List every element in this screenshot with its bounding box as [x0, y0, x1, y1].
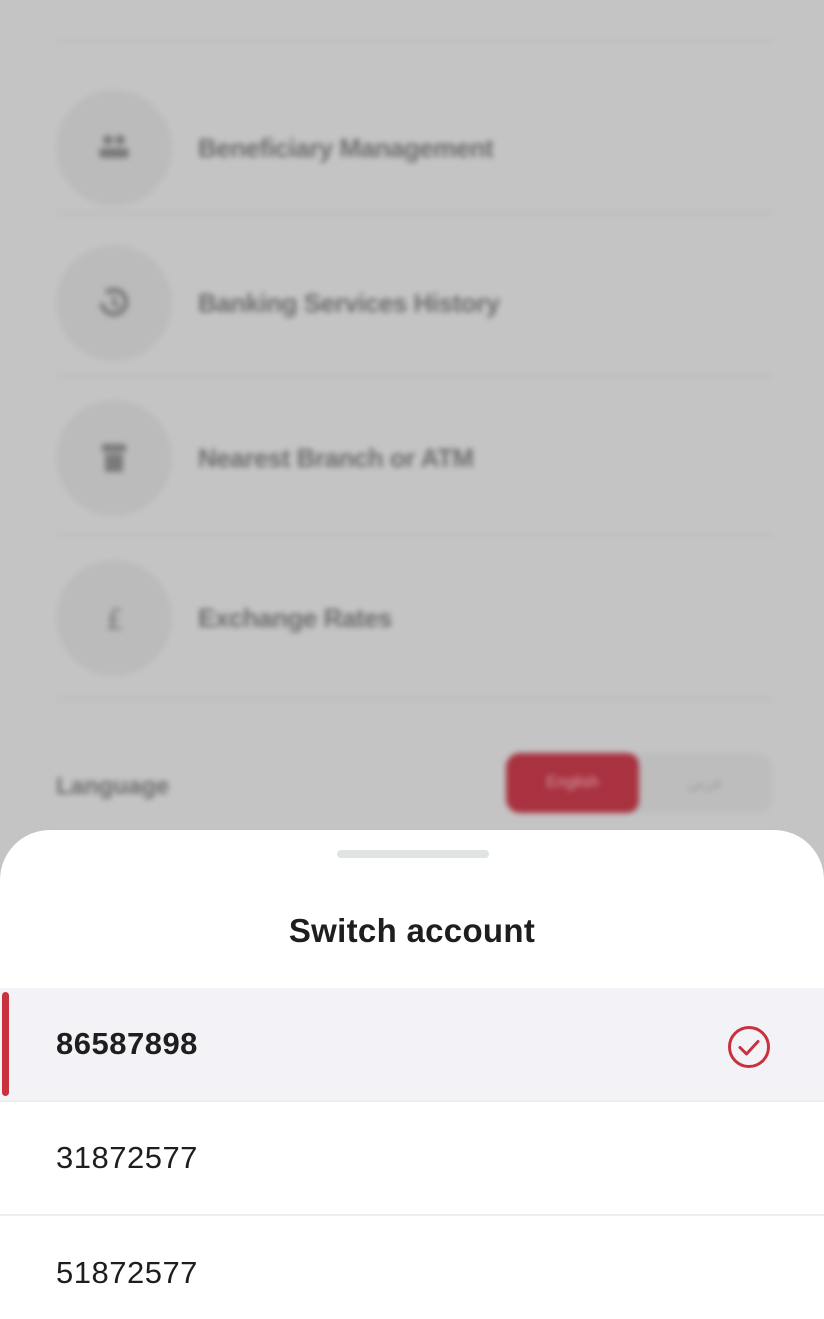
- divider: [56, 698, 772, 700]
- divider: [56, 40, 772, 42]
- divider: [56, 375, 772, 377]
- account-number: 86587898: [56, 1026, 198, 1061]
- account-number: 51872577: [56, 1255, 198, 1290]
- currency-icon: £: [56, 560, 172, 676]
- language-option-english[interactable]: English: [506, 753, 639, 813]
- history-icon: [56, 245, 172, 361]
- language-row: Language English عربي: [56, 738, 772, 828]
- divider: [56, 534, 772, 536]
- language-toggle[interactable]: English عربي: [506, 753, 772, 813]
- menu-item-banking-services-history[interactable]: Banking Services History: [56, 243, 772, 363]
- bank-icon: [56, 400, 172, 516]
- sheet-title: Switch account: [288, 912, 536, 949]
- account-row[interactable]: 31872577: [0, 1102, 824, 1216]
- menu-item-label: Nearest Branch or ATM: [198, 442, 474, 473]
- menu-item-beneficiary-management[interactable]: Beneficiary Management: [56, 88, 772, 208]
- language-label: Language: [56, 773, 170, 800]
- account-row[interactable]: 51872577: [0, 1216, 824, 1319]
- language-option-arabic[interactable]: عربي: [639, 753, 772, 813]
- account-number: 31872577: [56, 1140, 198, 1175]
- people-icon: [56, 90, 172, 206]
- svg-text:£: £: [106, 603, 124, 636]
- switch-account-sheet: Switch account 86587898 31872577 5187257…: [0, 830, 824, 1319]
- menu-item-label: Beneficiary Management: [198, 132, 494, 163]
- selected-indicator: [2, 992, 9, 1096]
- divider: [56, 212, 772, 214]
- check-circle-icon: [728, 1026, 770, 1068]
- menu-item-label: Banking Services History: [198, 287, 500, 318]
- screen: Beneficiary Management Banking Services …: [0, 0, 824, 1319]
- drag-handle[interactable]: [337, 850, 489, 858]
- menu-item-exchange-rates[interactable]: £ Exchange Rates: [56, 558, 772, 678]
- menu-item-nearest-branch-or-atm[interactable]: Nearest Branch or ATM: [56, 398, 772, 518]
- menu-item-label: Exchange Rates: [198, 602, 392, 633]
- account-row-selected[interactable]: 86587898: [0, 988, 824, 1102]
